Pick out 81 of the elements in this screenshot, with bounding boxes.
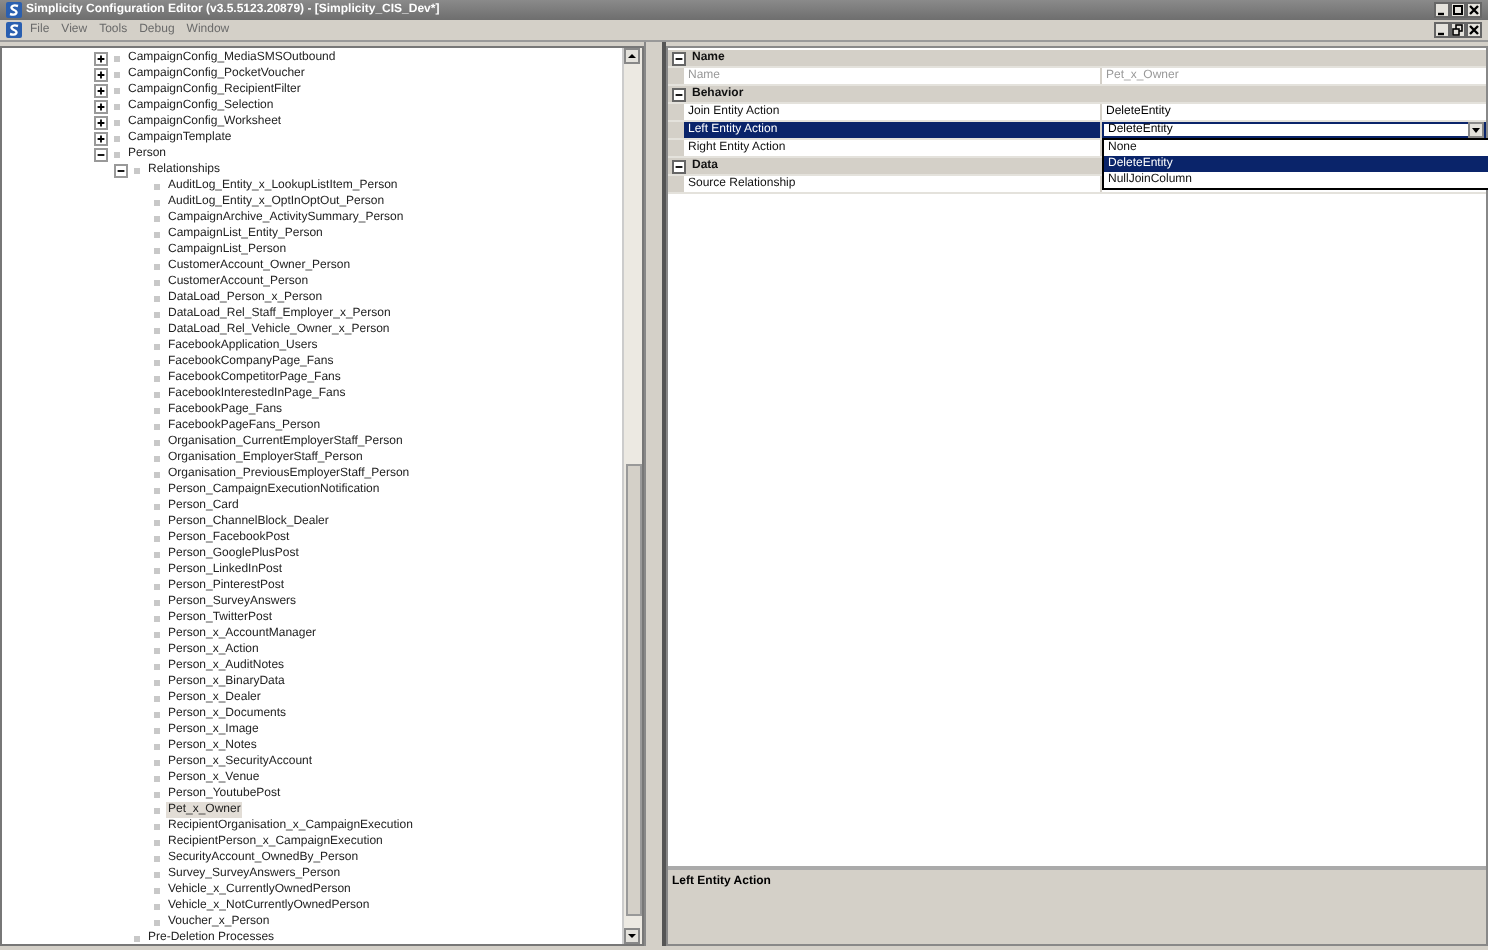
node-icon (154, 247, 160, 253)
close-icon[interactable] (1466, 22, 1482, 38)
node-icon (154, 279, 160, 285)
node-icon (154, 215, 160, 221)
node-icon (134, 935, 140, 941)
collapse-icon[interactable] (94, 147, 108, 161)
node-icon (114, 55, 120, 61)
scrollbar[interactable] (622, 48, 642, 944)
node-icon (154, 567, 160, 573)
app-logo-icon (6, 22, 22, 38)
node-icon (154, 615, 160, 621)
node-icon (154, 695, 160, 701)
expand-icon[interactable] (94, 83, 108, 97)
node-icon (154, 455, 160, 461)
scroll-thumb[interactable] (625, 464, 641, 916)
collapse-icon[interactable] (672, 51, 686, 65)
node-icon (154, 583, 160, 589)
node-icon (154, 375, 160, 381)
node-icon (154, 423, 160, 429)
scroll-down-icon[interactable] (624, 928, 640, 944)
minimize-icon[interactable] (1434, 22, 1450, 38)
node-icon (154, 199, 160, 205)
collapse-icon[interactable] (672, 159, 686, 173)
node-icon (154, 599, 160, 605)
node-icon (154, 359, 160, 365)
expand-icon[interactable] (94, 131, 108, 145)
node-icon (154, 791, 160, 797)
node-icon (114, 87, 120, 93)
node-icon (154, 887, 160, 893)
node-icon (154, 295, 160, 301)
node-icon (154, 823, 160, 829)
node-icon (154, 663, 160, 669)
node-icon (154, 183, 160, 189)
dropdown-arrow-icon[interactable] (1468, 122, 1484, 138)
node-icon (154, 871, 160, 877)
scroll-up-icon[interactable] (624, 48, 640, 64)
node-icon (154, 759, 160, 765)
node-icon (114, 151, 120, 157)
node-icon (154, 775, 160, 781)
close-icon[interactable] (1466, 2, 1482, 18)
node-icon (154, 231, 160, 237)
node-icon (154, 727, 160, 733)
minimize-icon[interactable] (1434, 2, 1450, 18)
node-icon (154, 263, 160, 269)
node-icon (154, 855, 160, 861)
node-icon (154, 439, 160, 445)
node-icon (154, 311, 160, 317)
node-icon (154, 743, 160, 749)
node-icon (154, 551, 160, 557)
app-logo-icon (6, 2, 22, 18)
restore-icon[interactable] (1450, 22, 1466, 38)
collapse-icon[interactable] (672, 87, 686, 101)
node-icon (154, 919, 160, 925)
node-icon (154, 407, 160, 413)
node-icon (154, 679, 160, 685)
collapse-icon[interactable] (114, 163, 128, 177)
node-icon (154, 471, 160, 477)
node-icon (154, 327, 160, 333)
node-icon (154, 519, 160, 525)
node-icon (154, 647, 160, 653)
expand-icon[interactable] (94, 115, 108, 129)
expand-icon[interactable] (94, 99, 108, 113)
node-icon (154, 807, 160, 813)
node-icon (154, 839, 160, 845)
node-icon (154, 711, 160, 717)
splitter[interactable] (644, 42, 666, 946)
node-icon (114, 135, 120, 141)
node-icon (114, 71, 120, 77)
node-icon (154, 903, 160, 909)
maximize-icon[interactable] (1450, 2, 1466, 18)
node-icon (114, 119, 120, 125)
node-icon (154, 487, 160, 493)
node-icon (154, 535, 160, 541)
node-icon (134, 167, 140, 173)
node-icon (154, 503, 160, 509)
expand-icon[interactable] (94, 51, 108, 65)
expand-icon[interactable] (94, 67, 108, 81)
node-icon (154, 343, 160, 349)
node-icon (154, 631, 160, 637)
node-icon (154, 391, 160, 397)
node-icon (114, 103, 120, 109)
